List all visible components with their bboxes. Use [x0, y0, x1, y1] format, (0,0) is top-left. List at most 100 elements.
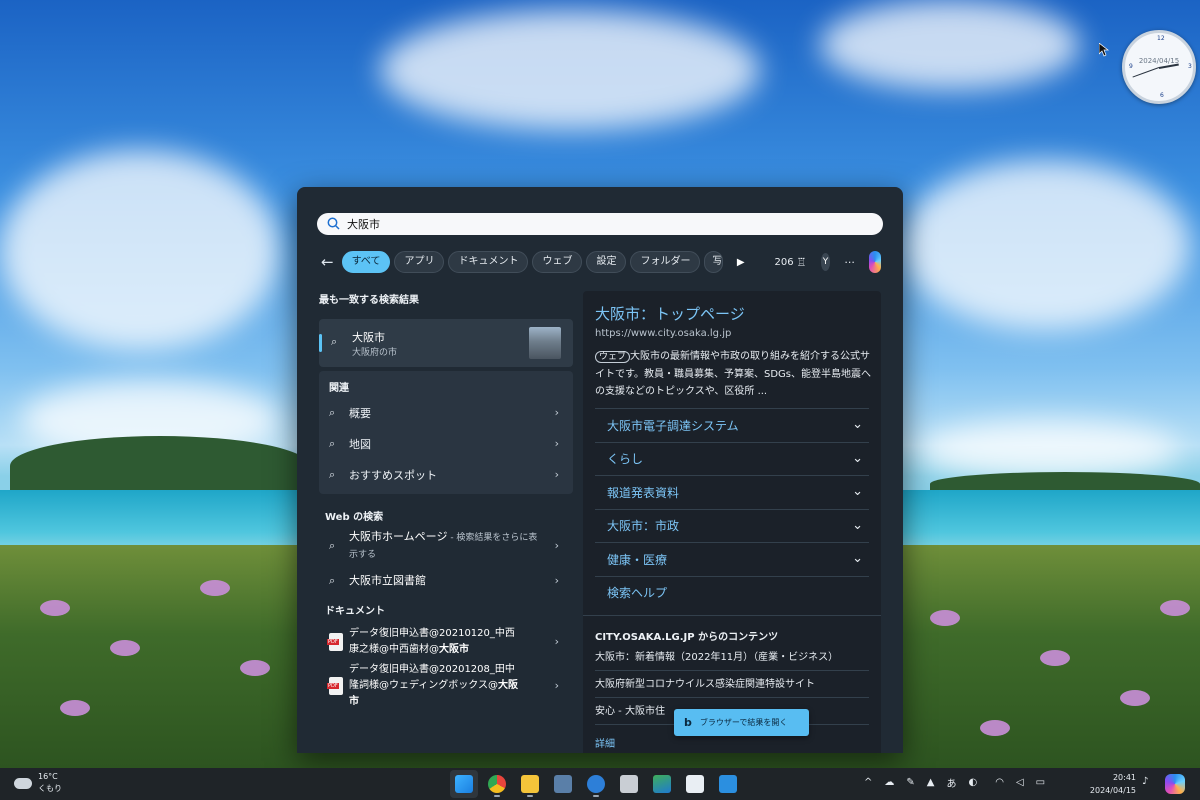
clock-area[interactable]: 20:41 2024/04/15 — [1086, 771, 1136, 797]
content-link[interactable]: 大阪市：新着情報（2022年11月）（産業・ビジネス） — [595, 645, 869, 671]
contents-heading: CITY.OSAKA.LG.JP からのコンテンツ — [595, 632, 779, 643]
site-link-label: 検索ヘルプ — [607, 586, 668, 601]
ime-mode[interactable]: あ — [946, 775, 956, 790]
weather-temp: 16°C — [38, 772, 58, 781]
web-badge: ウェブ — [595, 351, 631, 363]
wallpaper-flower — [240, 660, 270, 676]
preview-description-text: 大阪市の最新情報や市政の取り組みを紹介する公式サイトです。教員・職員募集、予算案… — [595, 351, 872, 397]
volume-icon[interactable]: ◁ — [1016, 777, 1024, 788]
edge-icon[interactable]: ◐ — [968, 777, 977, 788]
file-explorer-app[interactable] — [516, 770, 544, 798]
clock-widget[interactable]: 12 3 6 9 2024/04/15 — [1122, 30, 1196, 104]
app-a2[interactable] — [681, 770, 709, 798]
chevron-down-icon[interactable]: ⌄ — [852, 484, 863, 499]
app-stripes[interactable] — [648, 770, 676, 798]
filter-apps[interactable]: アプリ — [394, 251, 445, 273]
content-link[interactable]: 大阪府新型コロナウイルス感染症関連特設サイト — [595, 672, 869, 698]
site-link[interactable]: 報道発表資料 ⌄ — [595, 475, 869, 509]
taskbar-date: 2024/04/15 — [1089, 786, 1136, 795]
filter-documents[interactable]: ドキュメント — [448, 251, 529, 273]
related-item[interactable]: ⌕ 地図 › — [319, 428, 573, 459]
app-a1[interactable] — [582, 770, 610, 798]
chrome-app[interactable] — [483, 770, 511, 798]
wifi-icon[interactable]: ◠ — [995, 777, 1004, 788]
clock-minute-hand — [1132, 67, 1160, 78]
related-item[interactable]: ⌕ おすすめスポット › — [319, 459, 573, 490]
app-box[interactable] — [714, 770, 742, 798]
related-item-label: 地図 — [349, 437, 371, 451]
preview-pane: 大阪市：トップページ https://www.city.osaka.lg.jp … — [583, 291, 881, 753]
more-options-button[interactable]: ··· — [844, 256, 855, 269]
taskbar: 16°C くもり ^ ☁ ✎ ▲ あ ◐ ◠ ◁ ▭ 20:41 2024/04… — [0, 768, 1200, 800]
document-item[interactable]: データ復旧申込書@20210120_中西康之様@中西歯材@大阪市 › — [319, 620, 573, 664]
chevron-down-icon[interactable]: ⌄ — [852, 451, 863, 466]
weather-widget[interactable]: 16°C くもり — [14, 771, 62, 795]
bell-icon[interactable]: ♪ — [1142, 776, 1148, 787]
chevron-down-icon[interactable]: ⌄ — [852, 551, 863, 566]
back-arrow-icon[interactable]: ← — [321, 251, 334, 273]
related-item-label: おすすめスポット — [349, 468, 437, 482]
drive-icon — [620, 775, 638, 793]
chevron-right-icon: › — [554, 539, 559, 552]
photos-app[interactable] — [549, 770, 577, 798]
copilot-taskbar-icon[interactable] — [1165, 774, 1185, 794]
search-icon — [327, 217, 341, 231]
wallpaper-flower — [1120, 690, 1150, 706]
chevron-down-icon[interactable]: ⌄ — [852, 417, 863, 432]
onedrive-icon[interactable]: ☁ — [884, 777, 894, 788]
search-input[interactable] — [347, 217, 847, 231]
search-box[interactable] — [317, 213, 883, 235]
running-indicator — [527, 795, 533, 797]
web-search-item[interactable]: ⌕ 大阪市立図書館 › — [319, 566, 573, 596]
filter-photos[interactable]: 写真 — [704, 251, 723, 273]
preview-title-link[interactable]: 大阪市：トップページ — [595, 303, 745, 324]
filter-settings[interactable]: 設定 — [586, 251, 627, 273]
photos-icon — [554, 775, 572, 793]
open-in-browser-button[interactable]: b ブラウザーで結果を開く — [674, 709, 809, 736]
search-panel: ← すべて アプリ ドキュメント ウェブ 設定 フォルダー 写真 ▶ 206 ♖… — [297, 187, 903, 753]
search-icon: ⌕ — [329, 467, 336, 481]
search-icon: ⌕ — [329, 405, 336, 419]
preview-url: https://www.city.osaka.lg.jp — [595, 328, 732, 339]
site-link[interactable]: 大阪市電子調達システム ⌄ — [595, 408, 869, 442]
best-match-subtitle: 大阪府の市 — [352, 348, 398, 358]
pdf-file-icon — [327, 633, 343, 651]
avatar[interactable]: Y — [820, 253, 831, 271]
site-links: 大阪市電子調達システム ⌄ くらし ⌄ 報道発表資料 ⌄ 大阪市：市政 ⌄ 健康・医療 ⌄… — [595, 408, 869, 609]
chevron-up-icon[interactable]: ^ — [864, 777, 872, 788]
app-a-tray-icon[interactable]: ▲ — [927, 777, 935, 788]
web-search-item[interactable]: ⌕ 大阪市ホームページ - 検索結果をさらに表示する › — [319, 526, 573, 566]
site-link[interactable]: 検索ヘルプ — [595, 575, 869, 610]
site-link-label: 大阪市：市政 — [607, 519, 680, 534]
wallpaper-cloud — [0, 150, 280, 350]
chevron-down-icon[interactable]: ⌄ — [852, 518, 863, 533]
app-stripes-icon — [653, 775, 671, 793]
details-link[interactable]: 詳細 — [595, 735, 615, 750]
selection-indicator — [319, 334, 322, 352]
wallpaper-cloud — [380, 10, 760, 130]
pen-icon[interactable]: ✎ — [906, 777, 914, 788]
app-a-icon — [587, 775, 605, 793]
wallpaper-flower — [40, 600, 70, 616]
site-link[interactable]: 大阪市：市政 ⌄ — [595, 508, 869, 543]
document-item[interactable]: データ復旧申込書@20201208_田中隆詞様@ウェディングボックス@大阪市 › — [319, 664, 573, 708]
filter-web[interactable]: ウェブ — [532, 251, 583, 273]
site-link[interactable]: 健康・医療 ⌄ — [595, 542, 869, 576]
rewards-points[interactable]: 206 — [775, 257, 794, 268]
wallpaper-cloud — [900, 160, 1190, 330]
site-link[interactable]: くらし ⌄ — [595, 441, 869, 476]
start-button[interactable] — [450, 770, 478, 798]
related-item[interactable]: ⌕ 概要 › — [319, 397, 573, 428]
running-indicator — [593, 795, 599, 797]
filter-folders[interactable]: フォルダー — [630, 251, 701, 273]
scroll-right-icon[interactable]: ▶ — [737, 257, 745, 268]
web-search-label: 大阪市ホームページ — [349, 530, 448, 543]
clock-mark: 12 — [1157, 35, 1165, 42]
battery-icon[interactable]: ▭ — [1036, 777, 1045, 788]
app-box-icon — [719, 775, 737, 793]
filter-all[interactable]: すべて — [341, 251, 391, 273]
best-match-item[interactable]: ⌕ 大阪市 大阪府の市 — [319, 319, 573, 367]
disk-app[interactable] — [615, 770, 643, 798]
copilot-icon[interactable] — [868, 251, 881, 273]
taskbar-time: 20:41 — [1112, 773, 1136, 782]
